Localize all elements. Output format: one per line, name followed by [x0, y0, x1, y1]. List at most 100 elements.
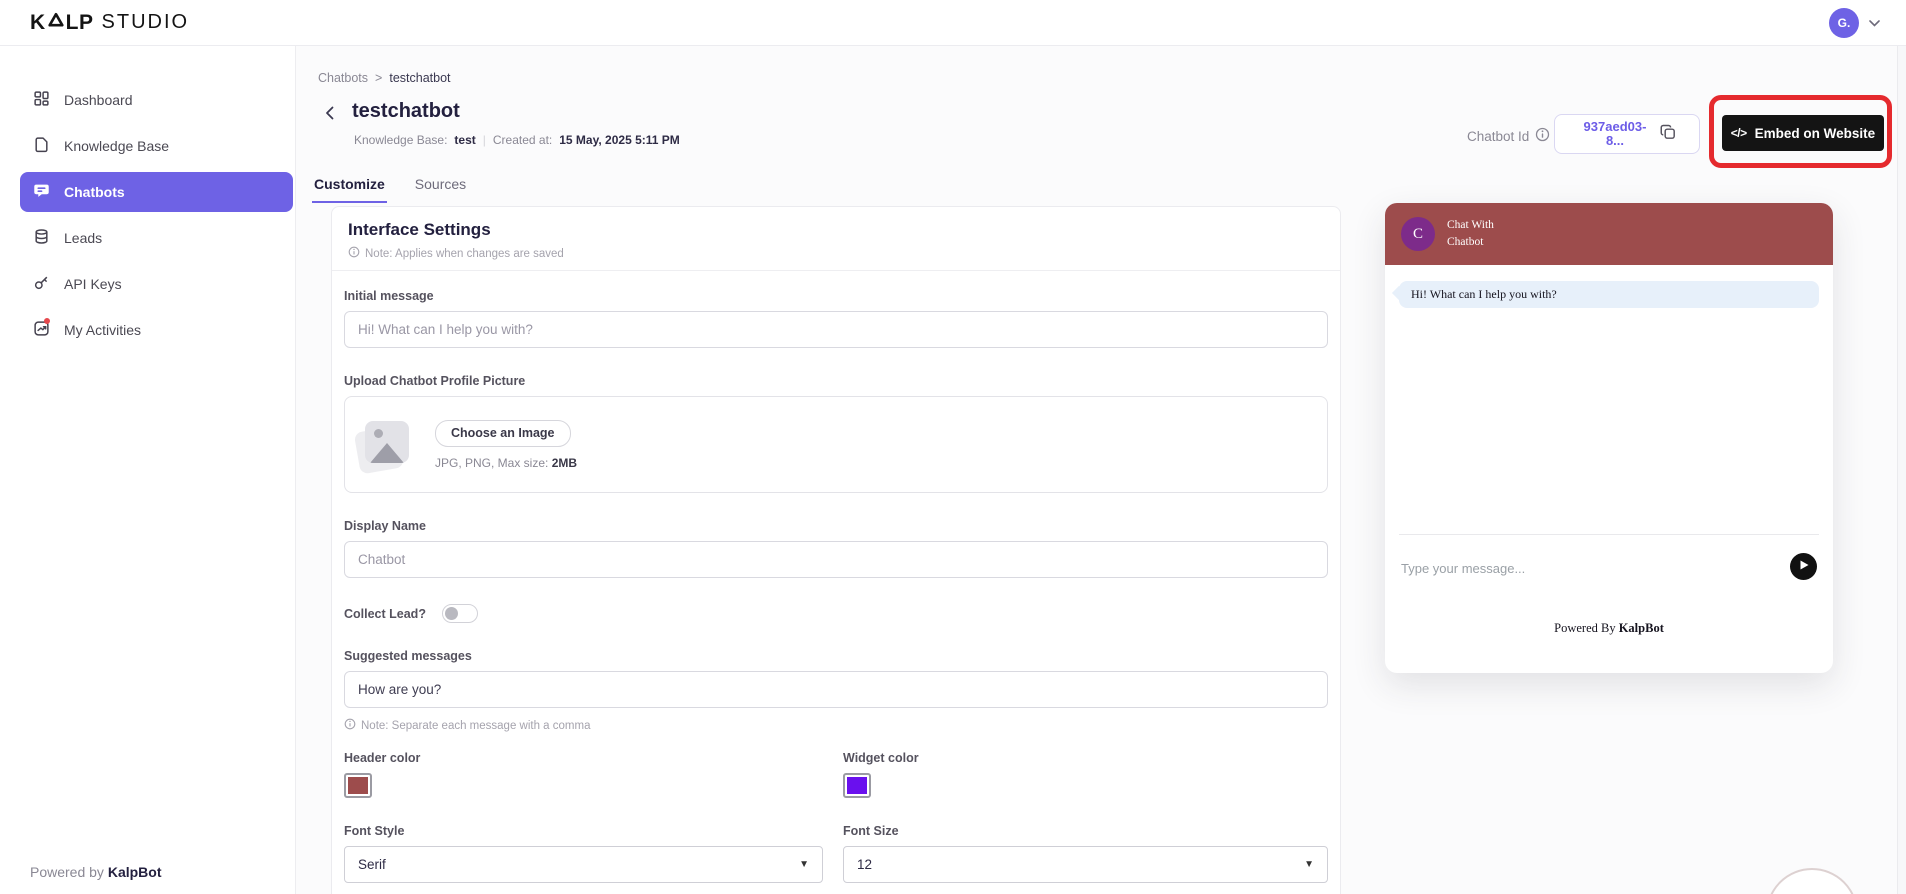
header-color-swatch[interactable] [344, 773, 372, 798]
kalp-studio-logo[interactable]: K LP STUDIO [30, 11, 189, 35]
kb-value: test [454, 133, 475, 147]
dropdown-arrow-icon: ▼ [1304, 859, 1314, 870]
main-content: Chatbots > testchatbot testchatbot Knowl… [296, 46, 1906, 894]
settings-note-text: Note: Applies when changes are saved [365, 248, 564, 260]
sidebar: Dashboard Knowledge Base Chatbots Leads … [0, 46, 296, 894]
preview-powered-by: Powered By KalpBot [1385, 621, 1833, 636]
header-color-label: Header color [344, 751, 823, 765]
logo-triangle-icon [48, 12, 64, 33]
chatbot-id-label-row: Chatbot Id [1467, 127, 1550, 145]
sidebar-item-api-keys[interactable]: API Keys [20, 264, 293, 304]
sidebar-item-dashboard[interactable]: Dashboard [20, 80, 293, 120]
chat-preview-title: Chat With Chatbot [1447, 217, 1494, 251]
display-name-input[interactable] [344, 541, 1328, 578]
header-color-fill [348, 777, 368, 794]
logo-text-lp: LP [66, 11, 94, 35]
code-icon: </> [1731, 126, 1747, 140]
toggle-knob [445, 607, 458, 620]
user-avatar[interactable]: G. [1829, 8, 1859, 38]
logo-text-studio: STUDIO [102, 11, 190, 34]
page-title: testchatbot [352, 100, 460, 123]
sidebar-item-label: Dashboard [64, 92, 133, 108]
logo-text-k: K [30, 11, 46, 35]
chat-message-input[interactable] [1401, 549, 1751, 587]
font-style-value: Serif [358, 857, 386, 872]
info-icon [348, 246, 360, 261]
font-size-value: 12 [857, 857, 872, 872]
breadcrumb-separator: > [375, 71, 382, 85]
copy-icon[interactable] [1659, 123, 1677, 146]
sidebar-powered-by: Powered by KalpBot [30, 864, 162, 880]
page-meta: Knowledge Base: test | Created at: 15 Ma… [354, 133, 680, 147]
tab-sources[interactable]: Sources [413, 172, 468, 203]
initial-message-input[interactable] [344, 311, 1328, 348]
widget-color-label: Widget color [843, 751, 1328, 765]
settings-note: Note: Applies when changes are saved [348, 246, 1324, 261]
sidebar-item-label: Chatbots [64, 184, 125, 200]
created-label: Created at: [493, 133, 552, 147]
collect-lead-toggle[interactable] [442, 604, 478, 623]
sidebar-item-chatbots[interactable]: Chatbots [20, 172, 293, 212]
sidebar-item-my-activities[interactable]: My Activities [20, 310, 293, 350]
breadcrumb-current: testchatbot [389, 71, 450, 85]
sidebar-item-leads[interactable]: Leads [20, 218, 293, 258]
notification-dot [44, 318, 50, 324]
font-style-label: Font Style [344, 824, 823, 838]
interface-settings-card: Interface Settings Note: Applies when ch… [331, 206, 1341, 894]
breadcrumb: Chatbots > testchatbot [318, 71, 451, 85]
powered-prefix: Powered by [30, 864, 104, 880]
chat-with-text: Chat With [1447, 217, 1494, 234]
chevron-left-icon [325, 106, 334, 125]
chat-input-divider [1399, 534, 1819, 535]
font-style-select[interactable]: Serif ▼ [344, 846, 823, 883]
initial-message-label: Initial message [344, 289, 1328, 303]
card-header: Interface Settings Note: Applies when ch… [332, 207, 1340, 271]
info-icon [344, 718, 356, 733]
upload-hint-size: 2MB [552, 456, 577, 470]
preview-powered-brand: KalpBot [1619, 621, 1664, 635]
chat-preview-header: C Chat With Chatbot [1385, 203, 1833, 265]
info-icon[interactable] [1535, 127, 1550, 145]
sidebar-item-label: API Keys [64, 276, 122, 292]
send-button[interactable] [1790, 553, 1817, 580]
upload-dropzone[interactable]: Choose an Image JPG, PNG, Max size: 2MB [344, 396, 1328, 493]
sidebar-item-label: My Activities [64, 322, 141, 338]
powered-brand: KalpBot [108, 864, 162, 880]
font-size-select[interactable]: 12 ▼ [843, 846, 1328, 883]
leads-icon [33, 228, 50, 248]
back-button[interactable] [316, 102, 342, 128]
chevron-down-icon[interactable] [1869, 14, 1880, 32]
tab-customize[interactable]: Customize [312, 172, 387, 203]
breadcrumb-chatbots-link[interactable]: Chatbots [318, 71, 368, 85]
chat-widget-fab[interactable] [1766, 868, 1858, 894]
widget-color-swatch[interactable] [843, 773, 871, 798]
tab-bar: Customize Sources [312, 172, 468, 203]
chatbot-icon [33, 182, 50, 202]
kb-label: Knowledge Base: [354, 133, 447, 147]
embed-on-website-button[interactable]: </> Embed on Website [1722, 115, 1884, 151]
suggested-messages-input[interactable] [344, 671, 1328, 708]
font-size-label: Font Size [843, 824, 1328, 838]
chatbot-id-pill[interactable]: 937aed03-8... [1554, 114, 1700, 154]
meta-divider: | [483, 133, 486, 147]
widget-color-fill [847, 777, 867, 794]
upload-hint-text: JPG, PNG, Max size: [435, 456, 548, 470]
suggested-note-text: Note: Separate each message with a comma [361, 720, 590, 732]
sidebar-item-label: Knowledge Base [64, 138, 169, 154]
upload-hint: JPG, PNG, Max size: 2MB [435, 456, 577, 470]
embed-button-label: Embed on Website [1755, 126, 1876, 141]
sidebar-item-knowledge-base[interactable]: Knowledge Base [20, 126, 293, 166]
choose-image-button[interactable]: Choose an Image [435, 420, 571, 447]
vertical-scrollbar[interactable] [1897, 46, 1906, 894]
upload-picture-label: Upload Chatbot Profile Picture [344, 374, 1328, 388]
dropdown-arrow-icon: ▼ [799, 859, 809, 870]
chatbot-id-label: Chatbot Id [1467, 129, 1529, 144]
chatbot-avatar: C [1401, 217, 1435, 251]
display-name-label: Display Name [344, 519, 1328, 533]
preview-powered-prefix: Powered By [1554, 621, 1615, 635]
dashboard-icon [33, 90, 50, 110]
knowledge-base-icon [33, 136, 50, 156]
collect-lead-label: Collect Lead? [344, 607, 426, 621]
app-window: K LP STUDIO G. Dashboard Knowledge Bas [0, 0, 1906, 894]
image-placeholder-icon [361, 421, 411, 469]
